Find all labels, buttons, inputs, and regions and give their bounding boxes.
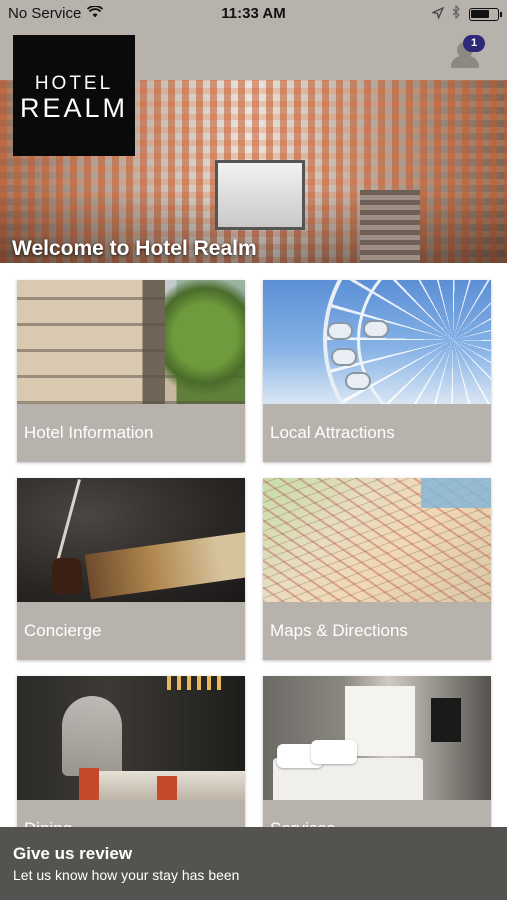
battery-icon <box>469 7 502 21</box>
writing-board <box>84 531 245 600</box>
dining-chair <box>157 776 177 800</box>
status-right <box>430 4 502 23</box>
location-arrow-icon <box>430 6 445 23</box>
quill <box>56 479 81 562</box>
tile-label: Hotel Information <box>24 423 154 442</box>
hotel-room-image <box>263 676 491 800</box>
capsule <box>363 320 389 338</box>
hero-title: Welcome to Hotel Realm <box>12 237 257 260</box>
hotel-logo: HOTEL REALM <box>13 35 135 156</box>
notification-badge: 1 <box>463 35 485 52</box>
pendant-lamps <box>167 676 227 690</box>
quill-and-ink-image <box>17 478 245 602</box>
tile-local-attractions[interactable]: Local Attractions <box>263 280 491 462</box>
hotel-tree <box>165 280 245 404</box>
logo-line1: HOTEL <box>34 73 114 94</box>
capsule <box>345 372 371 390</box>
profile-button[interactable]: 1 <box>449 35 489 72</box>
room-tv <box>431 698 461 742</box>
status-time: 11:33 AM <box>221 5 286 22</box>
tile-label: Concierge <box>24 621 102 640</box>
map-sea <box>421 478 491 508</box>
tile-label: Local Attractions <box>270 423 395 442</box>
tile-maps-directions[interactable]: Maps & Directions <box>263 478 491 660</box>
capsule <box>327 322 353 340</box>
status-bar: No Service 11:33 AM <box>0 0 507 28</box>
waiter <box>62 696 122 776</box>
ferris-wheel-image <box>263 280 491 404</box>
wheel-inner <box>357 280 491 404</box>
logo-line2: REALM <box>19 93 129 123</box>
hero-image-stairs <box>360 190 420 263</box>
restaurant-image <box>17 676 245 800</box>
bluetooth-icon <box>452 4 461 23</box>
ink-bottle <box>52 558 82 594</box>
hotel-building-image <box>17 280 245 404</box>
review-subtitle: Let us know how your stay has been <box>13 867 240 883</box>
capsule <box>331 348 357 366</box>
hero-image-window <box>215 160 305 230</box>
review-title: Give us review <box>13 844 133 863</box>
tile-hotel-information[interactable]: Hotel Information <box>17 280 245 462</box>
tile-concierge[interactable]: Concierge <box>17 478 245 660</box>
pillow <box>311 740 357 764</box>
review-banner[interactable]: Give us review Let us know how your stay… <box>0 827 507 900</box>
road-map-image <box>263 478 491 602</box>
tile-label: Maps & Directions <box>270 621 408 640</box>
dining-chair <box>79 768 99 800</box>
user-icon-body <box>451 56 479 68</box>
